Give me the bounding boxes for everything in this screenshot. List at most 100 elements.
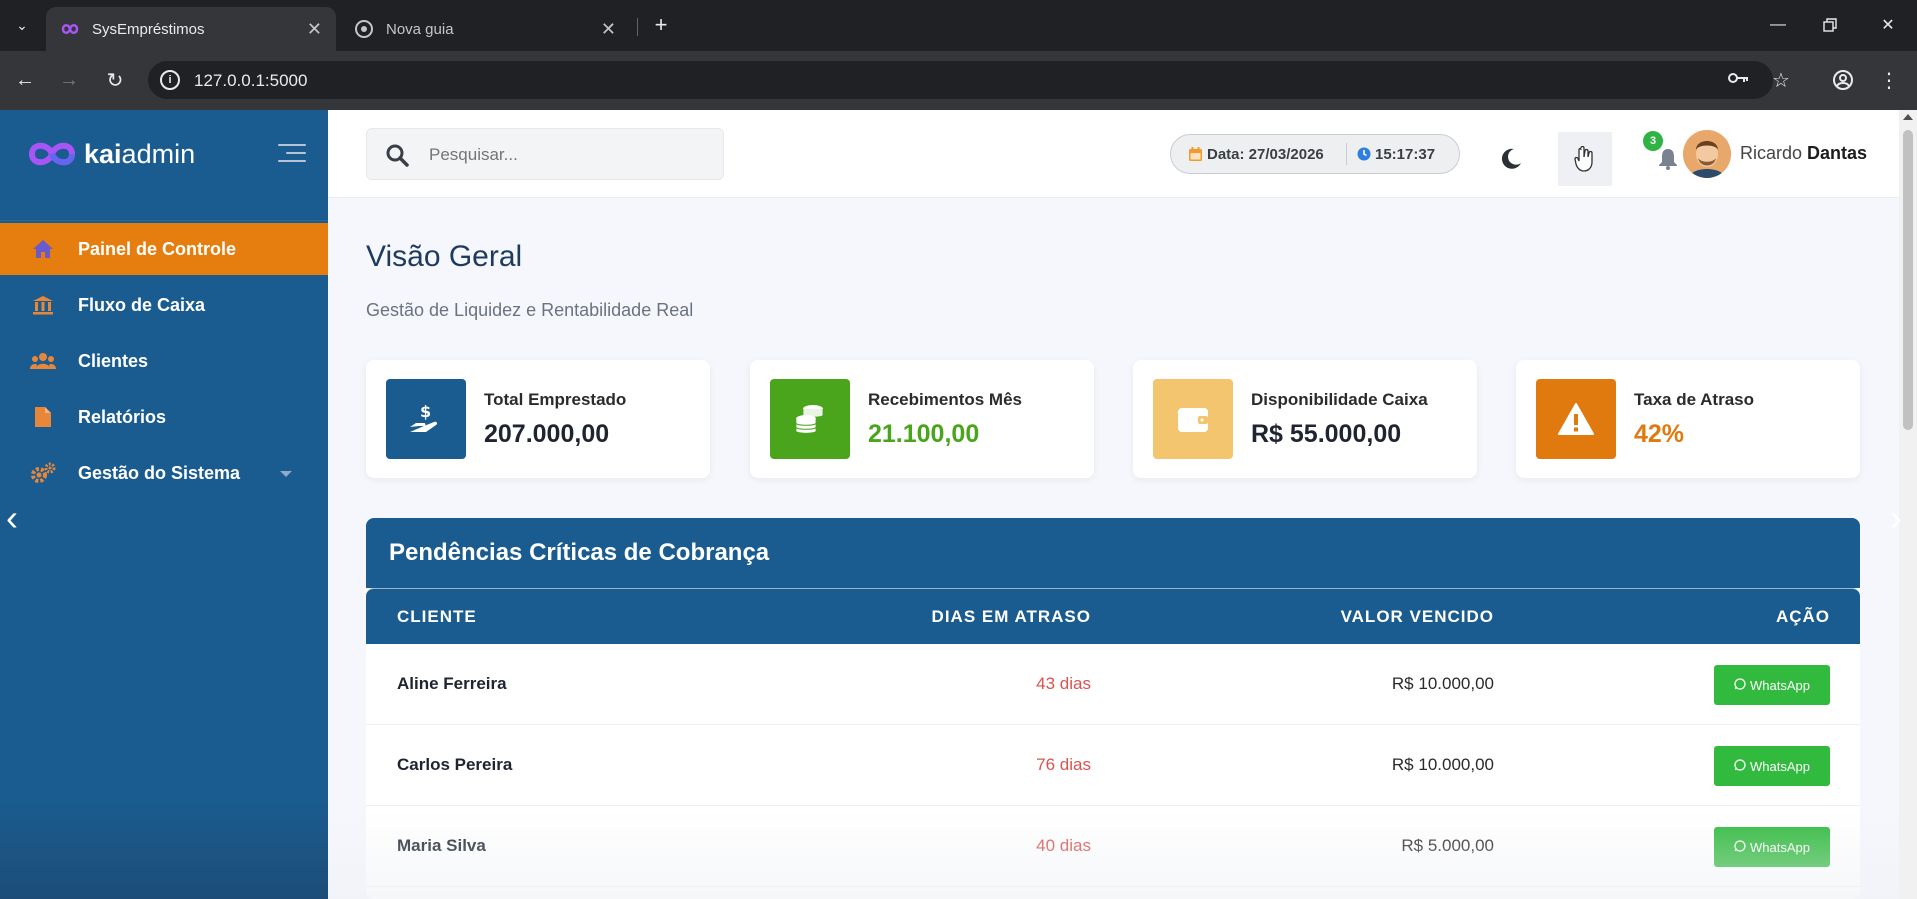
site-info-icon[interactable]: i bbox=[160, 70, 180, 90]
stat-card-recebimentos: Recebimentos Mês 21.100,00 bbox=[750, 360, 1094, 478]
tab-search-button[interactable]: ⌄ bbox=[8, 10, 36, 40]
sidebar-item-fluxo[interactable]: Fluxo de Caixa bbox=[0, 279, 328, 331]
client-name: Carlos Pereira bbox=[397, 755, 513, 774]
sidebar-divider bbox=[0, 220, 328, 221]
restore-icon[interactable] bbox=[1810, 10, 1850, 40]
client-name: Maria Silva bbox=[397, 836, 486, 855]
card-label: Total Emprestado bbox=[484, 390, 627, 409]
card-value: 21.100,00 bbox=[868, 420, 980, 448]
pending-collections-panel: Pendências Críticas de Cobrança CLIENTE … bbox=[366, 518, 1860, 899]
card-label: Taxa de Atraso bbox=[1634, 390, 1754, 409]
column-header-dias: DIAS EM ATRASO bbox=[931, 607, 1091, 626]
hand-cursor-icon bbox=[1574, 146, 1593, 172]
sidebar-item-painel[interactable]: Painel de Controle bbox=[0, 223, 328, 275]
table-header: CLIENTE DIAS EM ATRASO VALOR VENCIDO AÇÃ… bbox=[366, 588, 1860, 644]
time-display: 15:17:37 bbox=[1347, 146, 1435, 163]
page-subtitle: Gestão de Liquidez e Rentabilidade Real bbox=[366, 300, 694, 320]
sidebar-bottom-fade bbox=[0, 799, 328, 899]
card-value: R$ 55.000,00 bbox=[1251, 420, 1402, 448]
avatar[interactable] bbox=[1683, 130, 1731, 178]
user-name[interactable]: Ricardo Dantas bbox=[1740, 143, 1867, 164]
minimize-icon[interactable]: — bbox=[1758, 10, 1798, 40]
top-header: Data: 27/03/2026 15:17:37 bbox=[328, 110, 1899, 198]
stat-card-taxa-atraso: Taxa de Atraso 42% bbox=[1516, 360, 1860, 478]
amount-due: R$ 10.000,00 bbox=[1391, 755, 1494, 774]
notification-badge: 3 bbox=[1643, 131, 1663, 151]
tab-close-icon[interactable]: ✕ bbox=[307, 19, 322, 40]
kaiadmin-favicon-icon bbox=[60, 19, 80, 39]
days-overdue: 43 dias bbox=[1036, 674, 1091, 693]
card-value: 207.000,00 bbox=[484, 420, 610, 448]
scrollbar-thumb[interactable] bbox=[1903, 130, 1913, 430]
bell-icon bbox=[1659, 149, 1677, 170]
wallet-icon bbox=[1153, 379, 1233, 459]
clock-icon bbox=[1357, 147, 1371, 161]
column-header-acao: AÇÃO bbox=[1775, 607, 1830, 626]
dark-mode-toggle[interactable] bbox=[1484, 132, 1538, 186]
whatsapp-button-label: WhatsApp bbox=[1750, 758, 1810, 774]
sidebar-item-relatorios[interactable]: Relatórios bbox=[0, 391, 328, 443]
whatsapp-button[interactable]: WhatsApp bbox=[1714, 665, 1830, 705]
reload-icon[interactable]: ↻ bbox=[98, 63, 132, 97]
carousel-next-icon[interactable]: › bbox=[1890, 500, 1910, 536]
date-display: Data: 27/03/2026 bbox=[1171, 143, 1347, 165]
search-input[interactable] bbox=[429, 143, 709, 167]
browser-tabbar: ⌄ SysEmpréstimos ✕ Nova guia ✕ + — ✕ bbox=[0, 0, 1917, 51]
table-row: Maria Silva 40 dias R$ 5.000,00 WhatsApp bbox=[366, 806, 1860, 887]
browser-toolbar: ← → ↻ i 127.0.0.1:5000 ☆ ⋮ bbox=[0, 51, 1917, 110]
table-row: Aline Ferreira 43 dias R$ 10.000,00 What… bbox=[366, 644, 1860, 725]
back-icon[interactable]: ← bbox=[8, 63, 42, 97]
browser-tab-active[interactable]: SysEmpréstimos ✕ bbox=[46, 7, 336, 51]
sidebar-menu: Painel de Controle Fluxo de Caixa Client… bbox=[0, 223, 328, 503]
browser-tab[interactable]: Nova guia ✕ bbox=[340, 7, 630, 51]
calendar-icon bbox=[1189, 147, 1202, 161]
kaiadmin-logo-icon bbox=[29, 142, 76, 166]
whatsapp-button[interactable]: WhatsApp bbox=[1714, 746, 1830, 786]
sidebar-item-label: Fluxo de Caixa bbox=[78, 294, 206, 315]
menu-toggle-icon[interactable] bbox=[278, 144, 306, 168]
whatsapp-button-label: WhatsApp bbox=[1750, 839, 1810, 855]
hand-holding-dollar-icon: $ bbox=[386, 379, 466, 459]
browser-menu-icon[interactable]: ⋮ bbox=[1872, 63, 1906, 97]
carousel-prev-icon[interactable]: ‹ bbox=[6, 500, 26, 536]
whatsapp-icon bbox=[1734, 839, 1746, 855]
tab-title: SysEmpréstimos bbox=[92, 20, 205, 38]
whatsapp-button[interactable]: WhatsApp bbox=[1714, 827, 1830, 867]
sidebar-item-label: Relatórios bbox=[78, 406, 167, 427]
key-icon[interactable] bbox=[1728, 69, 1750, 90]
bookmark-star-icon[interactable]: ☆ bbox=[1764, 63, 1798, 97]
card-label: Disponibilidade Caixa bbox=[1251, 390, 1428, 409]
table-row: Carlos Pereira 76 dias R$ 10.000,00 What… bbox=[366, 725, 1860, 806]
moon-icon bbox=[1501, 148, 1521, 169]
page-title: Visão Geral bbox=[366, 240, 523, 273]
new-tab-button[interactable]: + bbox=[648, 12, 674, 38]
stat-card-total-emprestado: $ Total Emprestado 207.000,00 bbox=[366, 360, 710, 478]
chrome-icon bbox=[354, 19, 374, 39]
forward-icon[interactable]: → bbox=[52, 63, 86, 97]
address-bar[interactable]: i 127.0.0.1:5000 bbox=[148, 61, 1773, 99]
close-window-icon[interactable]: ✕ bbox=[1868, 10, 1908, 40]
card-value: 42% bbox=[1634, 420, 1685, 448]
tab-close-icon[interactable]: ✕ bbox=[601, 19, 616, 40]
profile-icon[interactable] bbox=[1826, 63, 1860, 97]
logo[interactable]: kaiadmin bbox=[26, 138, 195, 170]
sidebar-item-gestao[interactable]: Gestão do Sistema bbox=[0, 447, 328, 499]
search-icon[interactable] bbox=[385, 143, 409, 172]
sidebar-item-clientes[interactable]: Clientes bbox=[0, 335, 328, 387]
stat-card-disponibilidade: Disponibilidade Caixa R$ 55.000,00 bbox=[1133, 360, 1477, 478]
days-overdue: 40 dias bbox=[1036, 836, 1091, 855]
amount-due: R$ 10.000,00 bbox=[1391, 674, 1494, 693]
sidebar-item-label: Gestão do Sistema bbox=[78, 462, 241, 483]
scroll-up-icon[interactable] bbox=[1903, 114, 1913, 120]
whatsapp-button-label: WhatsApp bbox=[1750, 677, 1810, 693]
layout-toggle[interactable] bbox=[1558, 132, 1612, 186]
bank-icon bbox=[30, 294, 56, 316]
date-text: Data: 27/03/2026 bbox=[1207, 145, 1324, 163]
panel-title: Pendências Críticas de Cobrança bbox=[366, 518, 1860, 588]
warning-icon bbox=[1536, 379, 1616, 459]
url-text: 127.0.0.1:5000 bbox=[194, 71, 308, 90]
datetime-badge: Data: 27/03/2026 15:17:37 bbox=[1170, 134, 1460, 174]
sidebar-item-label: Clientes bbox=[78, 350, 149, 371]
svg-text:$: $ bbox=[420, 402, 431, 421]
whatsapp-icon bbox=[1734, 677, 1746, 693]
